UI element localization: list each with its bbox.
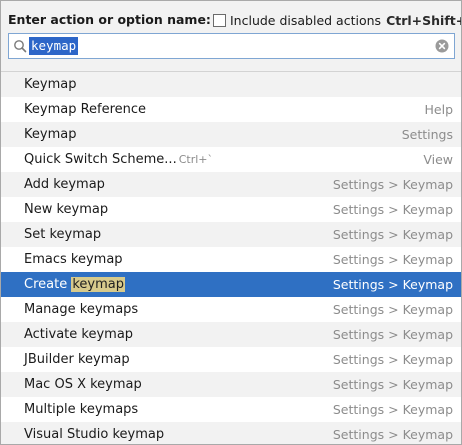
- result-location: Settings > Keymap: [332, 427, 453, 442]
- search-input[interactable]: keymap: [29, 37, 79, 55]
- result-label: Activate keymap: [24, 322, 133, 347]
- result-label-text: Visual Studio keymap: [24, 427, 165, 442]
- results-list: Keymap Keymap Reference Help Keymap Settings…: [1, 71, 461, 444]
- result-row[interactable]: Add keymap Settings > Keymap: [1, 172, 461, 197]
- result-label: Mac OS X keymap: [24, 372, 142, 397]
- result-label-text: Set keymap: [24, 227, 102, 242]
- result-location: Settings > Keymap: [332, 252, 453, 267]
- result-label: Set keymap: [24, 222, 101, 247]
- result-row[interactable]: New keymap Settings > Keymap: [1, 197, 461, 222]
- result-row[interactable]: Manage keymaps Settings > Keymap: [1, 297, 461, 322]
- result-label-text: Manage keymaps: [24, 302, 139, 317]
- result-row[interactable]: Keymap Reference Help: [1, 97, 461, 122]
- result-row[interactable]: Set keymap Settings > Keymap: [1, 222, 461, 247]
- result-label-text: Keymap Reference: [24, 102, 147, 117]
- checkbox-box[interactable]: [213, 13, 226, 27]
- result-label-text: Activate keymap: [24, 327, 134, 342]
- result-label: Emacs keymap: [24, 247, 123, 272]
- include-disabled-checkbox[interactable]: Include disabled actions Ctrl+Shift+A: [213, 12, 461, 28]
- result-label: JBuilder keymap: [24, 347, 130, 372]
- result-row[interactable]: JBuilder keymap Settings > Keymap: [1, 347, 461, 372]
- result-label: Keymap: [24, 72, 76, 97]
- result-label: New keymap: [24, 197, 108, 222]
- popup-header: Enter action or option name: Include dis…: [1, 1, 461, 31]
- shortcut-hint: Ctrl+Shift+A: [386, 12, 461, 28]
- search-field[interactable]: keymap: [8, 33, 455, 59]
- match-highlight: keymap: [71, 277, 125, 292]
- result-label: Multiple keymaps: [24, 397, 138, 422]
- result-label: Keymap: [24, 122, 76, 147]
- result-row[interactable]: Keymap: [1, 72, 461, 97]
- result-label: Create keymap: [24, 272, 125, 297]
- search-icon[interactable]: [13, 39, 27, 53]
- result-label-text: New keymap: [24, 202, 109, 217]
- result-row[interactable]: Create keymap Settings > Keymap: [1, 272, 461, 297]
- result-label: Visual Studio keymap: [24, 422, 165, 444]
- result-label-text: Keymap: [24, 127, 77, 142]
- result-row[interactable]: Quick Switch Scheme... Ctrl+` View: [1, 147, 461, 172]
- result-location: Settings: [401, 127, 453, 142]
- result-location: Settings > Keymap: [332, 202, 453, 217]
- result-row[interactable]: Visual Studio keymap Settings > Keymap: [1, 422, 461, 444]
- clear-icon[interactable]: [435, 39, 449, 53]
- find-action-popup: Enter action or option name: Include dis…: [0, 0, 462, 445]
- include-disabled-label[interactable]: Include disabled actions: [230, 13, 381, 28]
- result-location: Settings > Keymap: [332, 277, 453, 292]
- result-location: Settings > Keymap: [332, 327, 453, 342]
- result-label: Add keymap: [24, 172, 105, 197]
- result-location: Help: [424, 102, 454, 117]
- result-location: Settings > Keymap: [332, 177, 453, 192]
- result-location: Settings > Keymap: [332, 402, 453, 417]
- result-label-text: Emacs keymap: [24, 252, 123, 267]
- result-location: Settings > Keymap: [332, 352, 453, 367]
- result-label-text: Mac OS X keymap: [24, 377, 142, 392]
- result-row[interactable]: Emacs keymap Settings > Keymap: [1, 247, 461, 272]
- result-label: Manage keymaps: [24, 297, 138, 322]
- result-label-text: Keymap: [24, 77, 77, 92]
- result-label-prefix: Create: [24, 277, 68, 292]
- result-label: Quick Switch Scheme... Ctrl+`: [24, 147, 213, 172]
- result-row[interactable]: Multiple keymaps Settings > Keymap: [1, 397, 461, 422]
- result-label-text: Multiple keymaps: [24, 402, 139, 417]
- result-row[interactable]: Mac OS X keymap Settings > Keymap: [1, 372, 461, 397]
- result-location: View: [423, 152, 453, 167]
- result-location: Settings > Keymap: [332, 302, 453, 317]
- header-title: Enter action or option name:: [8, 12, 211, 27]
- result-location: Settings > Keymap: [332, 377, 453, 392]
- result-row[interactable]: Keymap Settings: [1, 122, 461, 147]
- result-row[interactable]: Activate keymap Settings > Keymap: [1, 322, 461, 347]
- result-shortcut-hint: Ctrl+`: [178, 153, 213, 166]
- result-label-text: JBuilder keymap: [24, 352, 130, 367]
- result-label-text: Add keymap: [24, 177, 105, 192]
- result-label: Keymap Reference: [24, 97, 146, 122]
- result-label-text: Quick Switch Scheme...: [24, 152, 177, 167]
- result-location: Settings > Keymap: [332, 227, 453, 242]
